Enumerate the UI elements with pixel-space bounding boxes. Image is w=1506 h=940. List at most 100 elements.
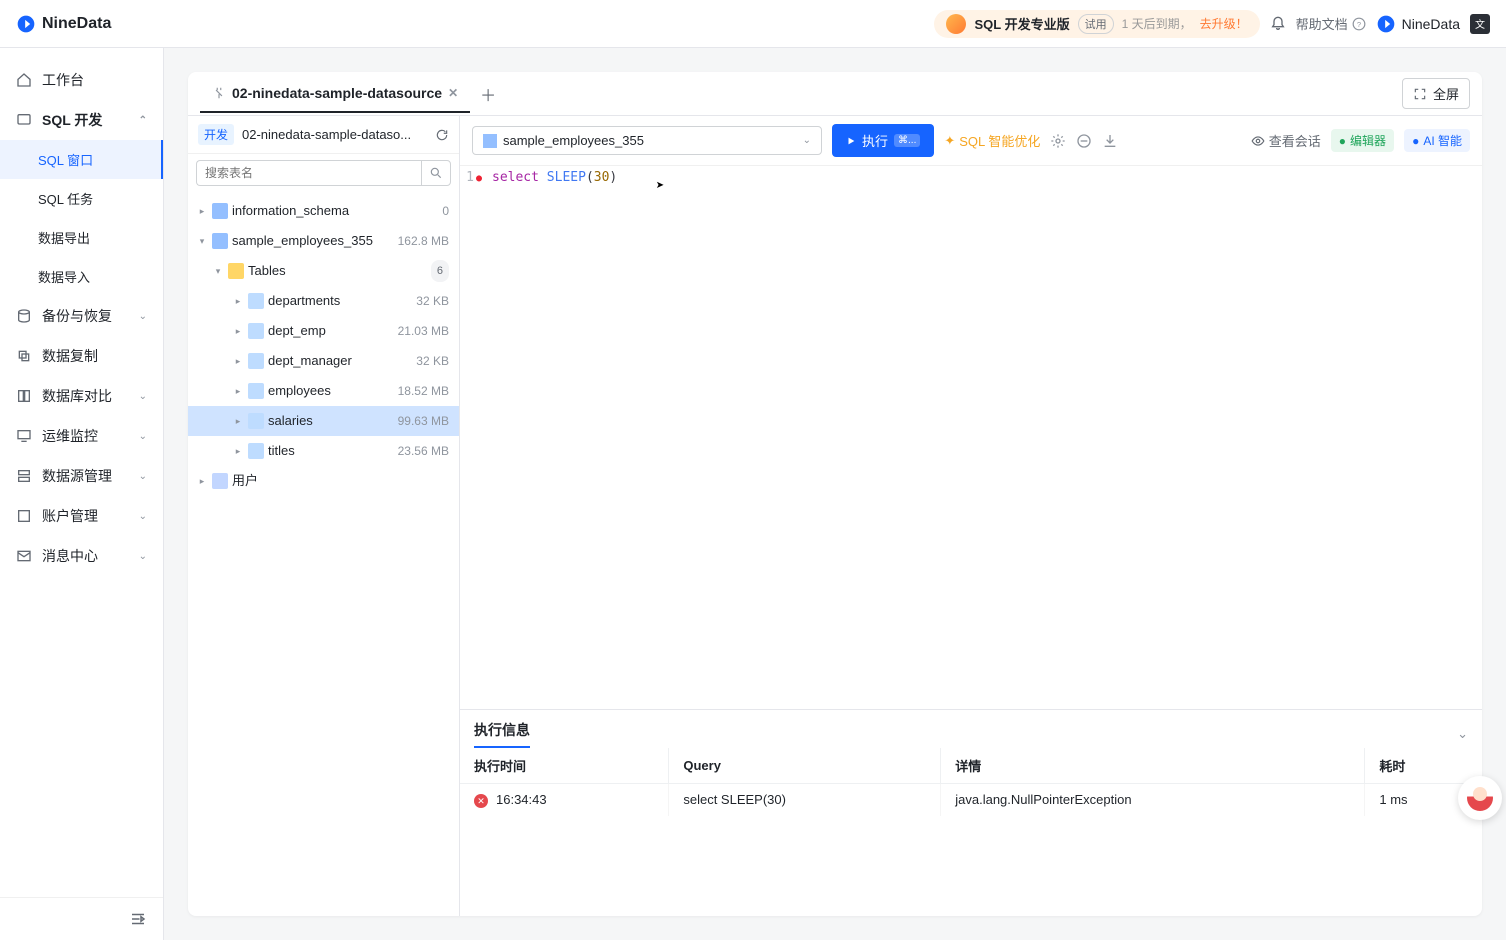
fullscreen-label: 全屏 bbox=[1433, 84, 1459, 103]
refresh-icon[interactable] bbox=[435, 128, 449, 142]
nav-datasource[interactable]: 数据源管理⌄ bbox=[0, 456, 163, 496]
nav-sql-dev[interactable]: SQL 开发 ⌃ bbox=[0, 100, 163, 140]
caret-right-icon: ▸ bbox=[196, 470, 208, 492]
brand-logo[interactable]: NineData bbox=[16, 14, 111, 34]
edition-badge: SQL 开发专业版 试用 1 天后到期， 去升级！ bbox=[934, 10, 1259, 38]
nav-sql-window[interactable]: SQL 窗口 bbox=[0, 140, 163, 179]
result-row[interactable]: ✕16:34:43 select SLEEP(30) java.lang.Nul… bbox=[460, 783, 1482, 816]
chevron-down-icon: ⌄ bbox=[803, 135, 811, 146]
run-button[interactable]: 执行 ⌘... bbox=[832, 124, 934, 157]
language-icon[interactable]: 文 bbox=[1470, 14, 1490, 34]
nav-compare[interactable]: 数据库对比⌄ bbox=[0, 376, 163, 416]
upgrade-link[interactable]: 去升级！ bbox=[1200, 15, 1248, 32]
database-select[interactable]: sample_employees_355 ⌄ bbox=[472, 126, 822, 155]
nav-data-export[interactable]: 数据导出 bbox=[0, 218, 163, 257]
editor-mode-pill[interactable]: ●编辑器 bbox=[1331, 129, 1394, 152]
search-input[interactable] bbox=[196, 160, 421, 186]
view-session-link[interactable]: 查看会话 bbox=[1251, 131, 1321, 150]
table-icon bbox=[248, 323, 264, 339]
tab-row: 02-ninedata-sample-datasource ✕ ＋ 全屏 bbox=[188, 72, 1482, 116]
results-panel: 执行信息 ⌄ 执行时间 Query 详情 耗时 ✕16:34:43 bbox=[460, 709, 1482, 917]
help-link[interactable]: 帮助文档 ? bbox=[1296, 14, 1366, 33]
logo-small-icon bbox=[1376, 14, 1396, 34]
chevron-down-icon: ⌄ bbox=[139, 391, 147, 402]
close-icon[interactable]: ✕ bbox=[448, 86, 458, 100]
schema-tree-pane: 开发 02-ninedata-sample-dataso... ▸informa… bbox=[188, 116, 460, 916]
nav-workbench[interactable]: 工作台 bbox=[0, 60, 163, 100]
main: 02-ninedata-sample-datasource ✕ ＋ 全屏 开发 … bbox=[164, 48, 1506, 940]
nav-data-import[interactable]: 数据导入 bbox=[0, 257, 163, 296]
monitor-icon bbox=[16, 428, 32, 444]
account-icon bbox=[16, 508, 32, 524]
question-icon: ? bbox=[1352, 17, 1366, 31]
table-icon bbox=[248, 443, 264, 459]
tab-label: 02-ninedata-sample-datasource bbox=[232, 85, 442, 101]
table-node[interactable]: ▸dept_manager32 KB bbox=[188, 346, 459, 376]
nav-ops[interactable]: 运维监控⌄ bbox=[0, 416, 163, 456]
collapse-sidebar-icon[interactable] bbox=[129, 910, 147, 928]
support-fab[interactable] bbox=[1458, 776, 1502, 820]
search-button[interactable] bbox=[421, 160, 451, 186]
nav-backup[interactable]: 备份与恢复⌄ bbox=[0, 296, 163, 336]
ai-mode-pill[interactable]: ●AI 智能 bbox=[1404, 129, 1470, 152]
database-icon bbox=[212, 233, 228, 249]
code-editor[interactable]: 1● select SLEEP(30) ➤ bbox=[460, 166, 1482, 709]
bell-icon[interactable] bbox=[1270, 16, 1286, 32]
nav-message[interactable]: 消息中心⌄ bbox=[0, 536, 163, 576]
col-time: 执行时间 bbox=[460, 748, 669, 784]
caret-right-icon: ▸ bbox=[232, 290, 244, 312]
table-node[interactable]: ▸employees18.52 MB bbox=[188, 376, 459, 406]
table-node[interactable]: ▸titles23.56 MB bbox=[188, 436, 459, 466]
gear-icon[interactable] bbox=[1050, 133, 1066, 149]
table-icon bbox=[248, 383, 264, 399]
topbar: NineData SQL 开发专业版 试用 1 天后到期， 去升级！ 帮助文档 … bbox=[0, 0, 1506, 48]
table-icon bbox=[248, 293, 264, 309]
db-node-info-schema[interactable]: ▸information_schema0 bbox=[188, 196, 459, 226]
gutter: 1● bbox=[460, 166, 488, 709]
error-icon: ✕ bbox=[474, 794, 488, 808]
tables-folder[interactable]: ▾Tables6 bbox=[188, 256, 459, 286]
env-tag: 开发 bbox=[198, 124, 234, 145]
tree-header: 开发 02-ninedata-sample-dataso... bbox=[188, 116, 459, 154]
folder-icon bbox=[228, 263, 244, 279]
org-switcher[interactable]: NineData bbox=[1376, 14, 1460, 34]
nav-label: 账户管理 bbox=[42, 506, 98, 526]
table-node-selected[interactable]: ▸salaries99.63 MB bbox=[188, 406, 459, 436]
add-tab-button[interactable]: ＋ bbox=[470, 76, 506, 112]
run-shortcut: ⌘... bbox=[894, 134, 920, 147]
error-dot-icon: ● bbox=[476, 173, 482, 184]
tab-datasource[interactable]: 02-ninedata-sample-datasource ✕ bbox=[200, 75, 470, 113]
nav-label: SQL 窗口 bbox=[38, 150, 93, 169]
nav-replication[interactable]: 数据复制 bbox=[0, 336, 163, 376]
chevron-up-icon: ⌃ bbox=[139, 115, 147, 126]
download-icon[interactable] bbox=[1102, 133, 1118, 149]
nav-account[interactable]: 账户管理⌄ bbox=[0, 496, 163, 536]
caret-down-icon: ▾ bbox=[212, 260, 224, 282]
minus-circle-icon[interactable] bbox=[1076, 133, 1092, 149]
caret-right-icon: ▸ bbox=[232, 410, 244, 432]
datasource-icon bbox=[16, 468, 32, 484]
nav-sql-task[interactable]: SQL 任务 bbox=[0, 179, 163, 218]
fullscreen-button[interactable]: 全屏 bbox=[1402, 78, 1470, 109]
users-node[interactable]: ▸用户 bbox=[188, 466, 459, 496]
run-label: 执行 bbox=[862, 131, 888, 150]
mouse-cursor-icon: ➤ bbox=[656, 178, 664, 194]
collapse-icon[interactable]: ⌄ bbox=[1457, 726, 1468, 742]
play-icon bbox=[846, 136, 856, 146]
nav-label: 数据导出 bbox=[38, 228, 90, 247]
nav-label: SQL 任务 bbox=[38, 189, 93, 208]
sql-optimize-link[interactable]: ✦SQL 智能优化 bbox=[944, 131, 1040, 150]
db-node-sample[interactable]: ▾sample_employees_355162.8 MB bbox=[188, 226, 459, 256]
nav-label: 消息中心 bbox=[42, 546, 98, 566]
results-tab[interactable]: 执行信息 bbox=[474, 720, 530, 748]
org-name: NineData bbox=[1402, 16, 1460, 32]
table-node[interactable]: ▸departments32 KB bbox=[188, 286, 459, 316]
table-node[interactable]: ▸dept_emp21.03 MB bbox=[188, 316, 459, 346]
sidebar: 工作台 SQL 开发 ⌃ SQL 窗口 SQL 任务 数据导出 数据导入 备份与… bbox=[0, 48, 164, 940]
chevron-down-icon: ⌄ bbox=[139, 431, 147, 442]
table-icon bbox=[248, 353, 264, 369]
caret-right-icon: ▸ bbox=[232, 320, 244, 342]
edition-icon bbox=[946, 14, 966, 34]
table-icon bbox=[248, 413, 264, 429]
chevron-down-icon: ⌄ bbox=[139, 471, 147, 482]
